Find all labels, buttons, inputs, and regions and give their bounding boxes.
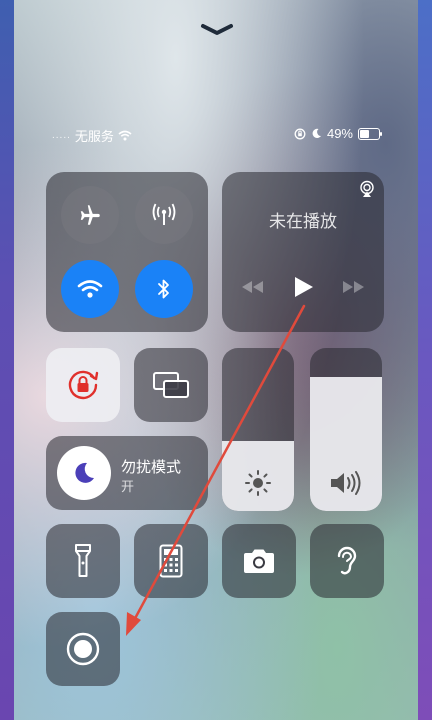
wifi-status-icon	[118, 130, 132, 141]
hearing-button[interactable]	[310, 524, 384, 598]
record-icon	[66, 632, 100, 666]
dnd-icon-circle	[57, 446, 111, 500]
screen-mirroring-icon	[153, 372, 189, 398]
wifi-toggle[interactable]	[61, 260, 119, 318]
flashlight-button[interactable]	[46, 524, 120, 598]
calculator-icon	[159, 544, 183, 578]
ear-icon	[337, 546, 357, 575]
frame-left-edge	[0, 0, 14, 720]
speaker-volume-icon	[331, 471, 361, 495]
camera-icon	[244, 549, 274, 573]
screen-mirroring-button[interactable]	[134, 348, 208, 422]
cellular-antenna-icon	[152, 203, 176, 225]
previous-track-icon[interactable]	[240, 280, 264, 294]
carrier-label: 无服务	[74, 129, 114, 144]
control-center-screen: ..... 无服务 49% 未在播放 勿扰模式 开	[14, 0, 418, 720]
battery-icon	[358, 127, 382, 140]
screen-recording-button[interactable]	[46, 612, 120, 686]
airplay-audio-icon[interactable]	[358, 180, 376, 198]
sun-icon	[245, 470, 271, 496]
status-bar: ..... 无服务 49%	[14, 124, 418, 144]
camera-button[interactable]	[222, 524, 296, 598]
airplane-mode-toggle[interactable]	[61, 186, 119, 244]
dismiss-chevron-icon[interactable]	[200, 22, 234, 38]
music-panel[interactable]: 未在播放	[222, 172, 384, 332]
frame-right-edge	[418, 0, 432, 720]
battery-fill	[360, 129, 369, 138]
wifi-icon	[77, 280, 103, 298]
airplane-icon	[80, 205, 100, 225]
play-icon[interactable]	[292, 276, 314, 298]
volume-slider[interactable]	[310, 348, 382, 511]
now-playing-title: 未在播放	[269, 212, 337, 231]
cellular-data-toggle[interactable]	[135, 186, 193, 244]
bluetooth-icon	[158, 279, 169, 299]
orientation-lock-toggle[interactable]	[46, 348, 120, 422]
dnd-title: 勿扰模式	[121, 459, 182, 476]
brightness-slider[interactable]	[222, 348, 294, 511]
signal-dots: .....	[52, 130, 71, 141]
bluetooth-toggle[interactable]	[135, 260, 193, 318]
connectivity-panel	[46, 172, 208, 332]
moon-status-icon	[312, 128, 321, 139]
battery-percent: 49%	[326, 126, 353, 141]
dnd-state: 开	[121, 479, 135, 494]
rotation-lock-status-icon	[294, 128, 306, 139]
rotation-lock-icon	[68, 370, 99, 400]
do-not-disturb-toggle[interactable]: 勿扰模式 开	[46, 436, 208, 510]
next-track-icon[interactable]	[342, 280, 366, 294]
calculator-button[interactable]	[134, 524, 208, 598]
flashlight-icon	[75, 544, 91, 577]
moon-icon	[75, 462, 94, 483]
